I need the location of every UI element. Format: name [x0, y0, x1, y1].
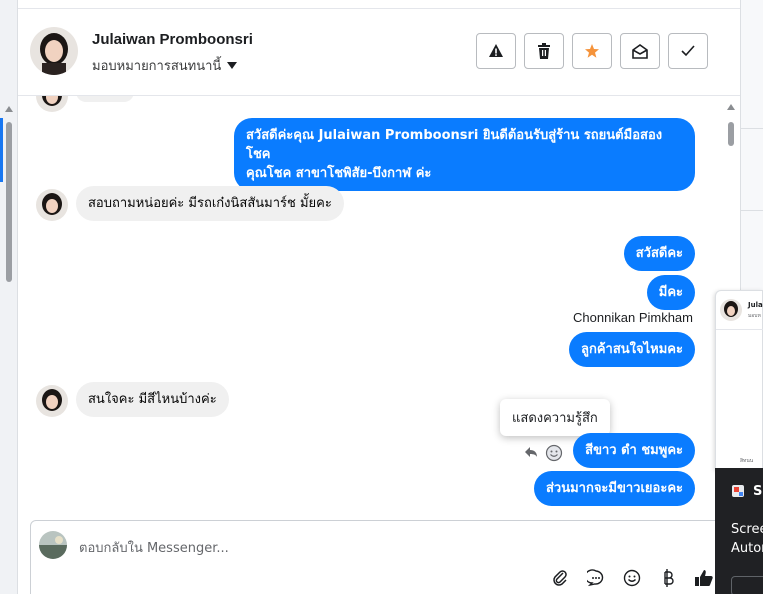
- assign-conversation-dropdown[interactable]: มอบหมายการสนทนานี้: [92, 55, 238, 76]
- contact-avatar-small: [36, 385, 68, 417]
- check-icon: [681, 45, 695, 57]
- message-text: ส่วนมากจะมีขาวเยอะคะ: [545, 481, 683, 496]
- trash-icon: [538, 43, 550, 59]
- message-bubble-outgoing[interactable]: สีขาว ดำ ชมพูคะ: [573, 433, 695, 468]
- saved-replies-button[interactable]: [585, 567, 607, 589]
- message-text: สอบถามหน่อยค่ะ มีรถเก๋งนิสสันมาร์ช มั้ยค…: [88, 196, 332, 211]
- toast-line: Scree: [731, 522, 763, 537]
- follow-up-button[interactable]: [572, 33, 612, 69]
- contact-name[interactable]: Julaiwan Promboonsri: [92, 31, 253, 48]
- assign-label: มอบหมายการสนทนานี้: [92, 59, 222, 74]
- envelope-open-icon: [632, 44, 648, 59]
- header-actions: [476, 33, 708, 69]
- attach-button[interactable]: [549, 567, 571, 589]
- message-text: สีขาว ดำ ชมพูคะ: [585, 443, 683, 458]
- reply-icon[interactable]: [524, 446, 538, 458]
- conversation-header: Julaiwan Promboonsri มอบหมายการสนทนานี้: [18, 8, 740, 96]
- left-sidebar-strip: [0, 0, 18, 594]
- reaction-tooltip: แสดงความรู้สึก: [500, 399, 610, 436]
- smiley-icon: [623, 569, 641, 587]
- contact-avatar[interactable]: [30, 27, 78, 75]
- contact-avatar-small: [36, 189, 68, 221]
- mark-done-button[interactable]: [668, 33, 708, 69]
- like-button[interactable]: [693, 567, 715, 589]
- thumbs-up-icon: [695, 570, 713, 586]
- caret-down-icon: [227, 62, 238, 69]
- sender-name: Chonnikan Pimkham: [573, 310, 693, 325]
- scroll-up-arrow[interactable]: [5, 106, 13, 112]
- chat-popup-window[interactable]: Jula มอบห สิทนน: [715, 290, 763, 470]
- popup-contact-name: Jula: [748, 301, 763, 309]
- message-bubble-outgoing[interactable]: ส่วนมากจะมีขาวเยอะคะ: [533, 471, 695, 506]
- popup-footer: สิทนน: [740, 458, 754, 464]
- chat-bubble-icon: [587, 569, 604, 587]
- page-avatar: [39, 531, 67, 559]
- delete-button[interactable]: [524, 33, 564, 69]
- active-indicator: [0, 118, 3, 182]
- mark-unread-button[interactable]: [620, 33, 660, 69]
- reply-composer[interactable]: ตอบกลับใน Messenger...: [30, 520, 730, 594]
- message-thread[interactable]: สวัสดีค่ะคุณ Julaiwan Promboonsri ยินดีต…: [18, 96, 740, 520]
- payment-button[interactable]: [657, 567, 679, 589]
- contact-avatar-small: [36, 96, 68, 112]
- emoji-button[interactable]: [621, 567, 643, 589]
- star-icon: [585, 44, 599, 58]
- reply-input[interactable]: ตอบกลับใน Messenger...: [79, 537, 229, 558]
- chat-scrollbar-thumb[interactable]: [728, 122, 734, 146]
- message-bubble-incoming[interactable]: [76, 96, 134, 102]
- popup-divider: [716, 329, 763, 330]
- message-text: มีคะ: [658, 285, 683, 300]
- report-button[interactable]: [476, 33, 516, 69]
- message-bubble-outgoing[interactable]: สวัสดีคะ: [623, 236, 695, 271]
- message-text: สวัสดีค่ะคุณ Julaiwan Promboonsri ยินดีต…: [246, 128, 663, 162]
- pane-divider: [741, 210, 763, 211]
- toast-action-button[interactable]: [731, 576, 763, 594]
- message-text: คุณโชค สาขาโชพิสัย-บึงกาฬ ค่ะ: [246, 166, 432, 181]
- message-bubble-incoming[interactable]: สนใจคะ มีสีไหนบ้างค่ะ: [76, 382, 229, 417]
- toast-title: S: [753, 484, 763, 499]
- message-text: ลูกค้าสนใจไหมคะ: [581, 342, 683, 357]
- pane-divider: [741, 128, 763, 129]
- paperclip-icon: [553, 570, 567, 586]
- baht-icon: [664, 569, 674, 587]
- toast-line: Autor: [731, 541, 763, 556]
- popup-avatar: [720, 299, 742, 321]
- left-scrollbar-thumb[interactable]: [6, 122, 12, 282]
- message-bubble-outgoing[interactable]: ลูกค้าสนใจไหมคะ: [569, 332, 695, 367]
- message-bubble-outgoing[interactable]: สวัสดีค่ะคุณ Julaiwan Promboonsri ยินดีต…: [234, 118, 695, 191]
- message-bubble-outgoing[interactable]: มีคะ: [646, 275, 695, 310]
- smiley-react-icon[interactable]: [545, 444, 563, 462]
- message-text: สวัสดีคะ: [635, 246, 683, 261]
- snipping-tool-icon: [732, 485, 744, 497]
- warning-icon: [489, 44, 503, 57]
- message-text: สนใจคะ มีสีไหนบ้างค่ะ: [88, 392, 217, 407]
- composer-toolbar: [549, 567, 715, 589]
- message-bubble-incoming[interactable]: สอบถามหน่อยค่ะ มีรถเก๋งนิสสันมาร์ช มั้ยค…: [76, 186, 344, 221]
- popup-subtitle: มอบห: [748, 313, 761, 319]
- notification-toast[interactable]: S Scree Autor: [715, 468, 763, 594]
- scroll-up-arrow[interactable]: [727, 104, 735, 110]
